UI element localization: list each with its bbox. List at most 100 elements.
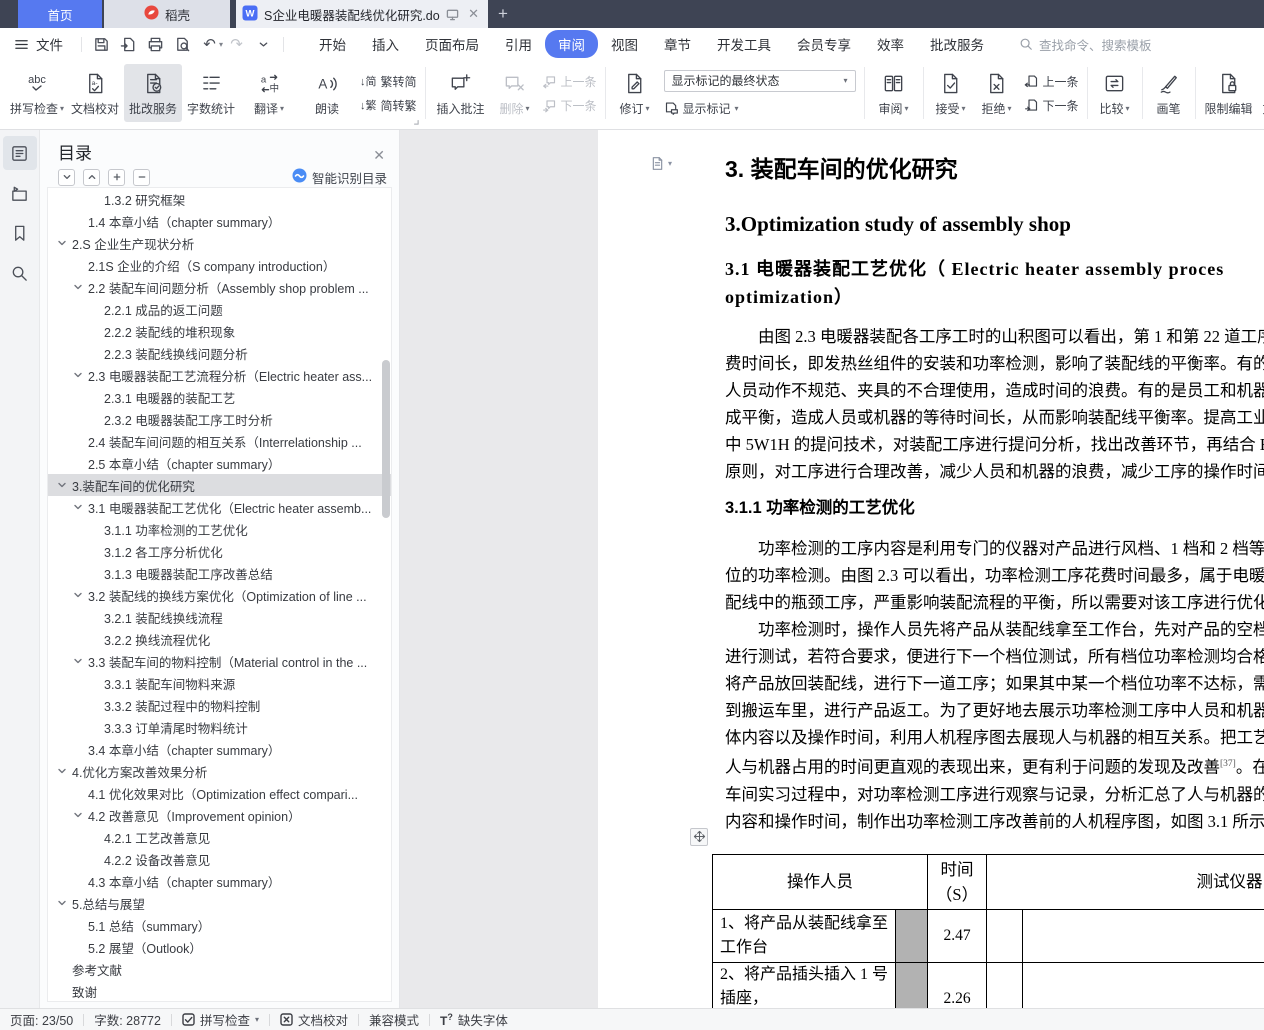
next-change-button[interactable]: 下一条	[1024, 97, 1079, 114]
new-tab-button[interactable]: +	[488, 0, 518, 28]
document-page[interactable]: ▾ 3. 装配车间的优化研究 3.Optimization study of a…	[598, 130, 1264, 1008]
prev-comment-button[interactable]: 上一条	[542, 73, 597, 90]
toc-item[interactable]: 2.2.3 装配线换线问题分析	[48, 342, 391, 364]
menu-tab[interactable]: 插入	[359, 30, 412, 58]
expand-down-button[interactable]	[58, 168, 75, 186]
page-indicator[interactable]: 页面: 23/50	[10, 1010, 73, 1029]
toc-item[interactable]: 2.3.2 电暖器装配工序工时分析	[48, 408, 391, 430]
compare-button[interactable]: 比较 ▾	[1092, 64, 1138, 122]
collapse-all-button[interactable]	[133, 168, 150, 186]
toc-scrollbar-thumb[interactable]	[382, 360, 390, 518]
toc-item[interactable]: 3.3.3 订单清尾时物料统计	[48, 716, 391, 738]
print-button[interactable]	[142, 32, 169, 56]
delete-comment-button[interactable]: 删除 ▾	[492, 64, 538, 122]
insert-comment-button[interactable]: 插入批注	[430, 64, 492, 122]
toc-item[interactable]: 3.3.1 装配车间物料来源	[48, 672, 391, 694]
word-count-indicator[interactable]: 字数: 28772	[94, 1010, 161, 1029]
close-toc-icon[interactable]: ✕	[373, 147, 385, 164]
tab-docer[interactable]: 稻壳	[104, 0, 230, 28]
read-aloud-button[interactable]: A 朗读	[298, 64, 356, 122]
command-search[interactable]: 查找命令、搜索模板	[1019, 35, 1152, 54]
prev-change-button[interactable]: 上一条	[1024, 73, 1079, 90]
translate-button[interactable]: a中 翻译 ▾	[240, 64, 298, 122]
page-settings-button[interactable]: ▾	[650, 156, 672, 171]
toc-item[interactable]: 4.1 优化效果对比（Optimization effect compari..…	[48, 782, 391, 804]
next-comment-button[interactable]: 下一条	[542, 97, 597, 114]
toc-item[interactable]: 2.4 装配车间问题的相互关系（Interrelationship ...	[48, 430, 391, 452]
simp-to-trad-button[interactable]: ↓繁 简转繁	[360, 97, 417, 114]
toc-item[interactable]: 2.2.2 装配线的堆积现象	[48, 320, 391, 342]
statusbar-spellcheck-button[interactable]: 拼写检查 ▾	[182, 1010, 259, 1029]
bookmark-panel-button[interactable]	[3, 216, 37, 250]
toc-item[interactable]: 4.2.2 设备改善意见	[48, 848, 391, 870]
toc-item[interactable]: 2.3 电暖器装配工艺流程分析（Electric heater ass...	[48, 364, 391, 386]
customize-toolbar-icon[interactable]	[250, 32, 277, 56]
toc-item[interactable]: 2.S 企业生产现状分析	[48, 232, 391, 254]
toc-item[interactable]: 3.1 电暖器装配工艺优化（Electric heater assemb...	[48, 496, 391, 518]
toc-item[interactable]: 4.2.1 工艺改善意见	[48, 826, 391, 848]
statusbar-proofread-button[interactable]: 文档校对	[280, 1010, 348, 1029]
spellcheck-button[interactable]: abc 拼写检查 ▾	[8, 64, 66, 122]
toc-item[interactable]: 3.4 本章小结（chapter summary）	[48, 738, 391, 760]
tab-document[interactable]: W S企业电暖器装配线优化研究.doc ✕	[236, 0, 488, 28]
word-count-button[interactable]: 字数统计	[182, 64, 240, 122]
toc-item[interactable]: 3.3 装配车间的物料控制（Material control in the ..…	[48, 650, 391, 672]
menu-tab[interactable]: 会员专享	[784, 30, 864, 58]
collapse-up-button[interactable]	[83, 168, 100, 186]
man-machine-chart-table[interactable]: 操作人员 时间 （S） 测试仪器 1、将产品从装配线拿至工作台 2.47 2、将产…	[712, 853, 1264, 1008]
toc-item[interactable]: 3.1.3 电暖器装配工序改善总结	[48, 562, 391, 584]
show-markup-button[interactable]: 显示标记 ▾	[664, 100, 856, 117]
export-pdf-button[interactable]	[115, 32, 142, 56]
brush-button[interactable]: 画笔	[1147, 64, 1191, 122]
toc-item[interactable]: 2.2.1 成品的返工问题	[48, 298, 391, 320]
toc-item[interactable]: 1.3.2 研究框架	[48, 188, 391, 210]
toc-item[interactable]: 3.2.1 装配线换线流程	[48, 606, 391, 628]
find-panel-button[interactable]	[3, 256, 37, 290]
reject-button[interactable]: 拒绝 ▾	[974, 64, 1020, 122]
file-menu-button[interactable]: 文件	[8, 34, 75, 54]
toc-item[interactable]: 2.3.1 电暖器的装配工艺	[48, 386, 391, 408]
toc-item[interactable]: 3.2 装配线的换线方案优化（Optimization of line ...	[48, 584, 391, 606]
doc-permission-button[interactable]: 文档权限	[1258, 64, 1264, 122]
print-preview-button[interactable]	[169, 32, 196, 56]
chapter-nav-button[interactable]	[3, 176, 37, 210]
menu-tab[interactable]: 章节	[651, 30, 704, 58]
accept-button[interactable]: 接受 ▾	[928, 64, 974, 122]
toc-item[interactable]: 4.优化方案改善效果分析	[48, 760, 391, 782]
compatibility-mode-indicator[interactable]: 兼容模式	[369, 1010, 419, 1029]
toc-item[interactable]: 2.1S 企业的介绍（S company introduction）	[48, 254, 391, 276]
close-document-icon[interactable]: ✕	[465, 6, 482, 22]
menu-tab[interactable]: 视图	[598, 30, 651, 58]
toc-item[interactable]: 参考文献	[48, 958, 391, 980]
toc-item[interactable]: 致谢	[48, 980, 391, 1001]
toc-item[interactable]: 4.2 改善意见（Improvement opinion）	[48, 804, 391, 826]
toc-item[interactable]: 3.装配车间的优化研究	[48, 474, 391, 496]
toc-item[interactable]: 5.1 总结（summary）	[48, 914, 391, 936]
save-button[interactable]	[88, 32, 115, 56]
menu-tab[interactable]: 页面布局	[412, 30, 492, 58]
toc-item[interactable]: 5.总结与展望	[48, 892, 391, 914]
expand-all-button[interactable]	[108, 168, 125, 186]
toc-item[interactable]: 3.1.2 各工序分析优化	[48, 540, 391, 562]
smart-toc-button[interactable]: 智能识别目录	[292, 168, 387, 187]
toc-item[interactable]: 3.1.1 功率检测的工艺优化	[48, 518, 391, 540]
citation-mark[interactable]: [37]	[1220, 759, 1236, 769]
table-move-handle-icon[interactable]	[690, 827, 708, 846]
proofread-button[interactable]: a- 文档校对	[66, 64, 124, 122]
toc-item[interactable]: 5.2 展望（Outlook）	[48, 936, 391, 958]
correction-service-button[interactable]: 批改服务	[124, 64, 182, 122]
menu-tab[interactable]: 效率	[864, 30, 917, 58]
restrict-editing-button[interactable]: 限制编辑	[1200, 64, 1258, 122]
toc-item[interactable]: 2.5 本章小结（chapter summary）	[48, 452, 391, 474]
tab-home[interactable]: 首页	[18, 0, 102, 28]
toc-item[interactable]: 2.2 装配车间问题分析（Assembly shop problem ...	[48, 276, 391, 298]
markup-state-select[interactable]: 显示标记的最终状态 ▾	[663, 69, 856, 92]
track-changes-button[interactable]: 修订 ▾	[610, 64, 660, 122]
redo-button[interactable]: ↷	[223, 32, 250, 56]
review-pane-button[interactable]: 审阅 ▾	[869, 64, 919, 122]
toc-item[interactable]: 4.3 本章小结（chapter summary）	[48, 870, 391, 892]
missing-font-button[interactable]: T? 缺失字体	[440, 1010, 508, 1029]
toc-item[interactable]: 3.2.2 换线流程优化	[48, 628, 391, 650]
menu-tab[interactable]: 开始	[306, 30, 359, 58]
outline-panel-button[interactable]	[2, 136, 37, 170]
